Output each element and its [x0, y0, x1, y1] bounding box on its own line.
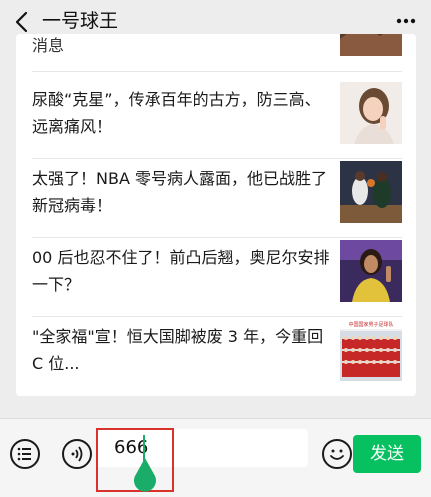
voice-icon	[71, 446, 83, 462]
list-item[interactable]: 尿酸“克星”，传承百年的古方，防三高、远离痛风！	[16, 82, 416, 154]
divider	[32, 71, 402, 72]
article-title: 尿酸“克星”，传承百年的古方，防三高、远离痛风！	[32, 90, 321, 136]
article-list-card: 消息 尿酸“克星”，传承百年的古方，防三高、远离痛风！ 太强了！NBA 零号病人…	[16, 34, 416, 396]
divider	[32, 158, 402, 159]
clipped-article-title[interactable]: 消息	[32, 36, 64, 56]
article-thumbnail-team: 中国国家男子足球队	[340, 319, 402, 381]
list-item[interactable]: 00 后也忍不住了！前凸后翘，奥尼尔安排一下？	[16, 240, 416, 312]
article-title: "全家福"宣！恒大国脚被废 3 年，今重回 C 位...	[32, 327, 324, 373]
voice-input-button[interactable]	[62, 439, 92, 469]
list-item[interactable]: 太强了！NBA 零号病人露面，他已战胜了新冠病毒！	[16, 161, 416, 233]
divider	[32, 316, 402, 317]
message-composer-bar: 666 发送	[0, 418, 431, 497]
article-thumbnail-woman	[340, 82, 402, 144]
text-cursor-handle[interactable]	[133, 458, 157, 492]
back-arrow-icon[interactable]	[10, 9, 36, 35]
list-icon	[17, 447, 31, 461]
menu-list-button[interactable]	[10, 439, 40, 469]
more-options-icon[interactable]	[395, 10, 417, 32]
article-thumbnail-fan	[340, 240, 402, 302]
send-button[interactable]: 发送	[353, 435, 421, 473]
article-title: 太强了！NBA 零号病人露面，他已战胜了新冠病毒！	[32, 169, 327, 215]
smiley-icon	[330, 449, 344, 460]
article-thumbnail-basketball	[340, 161, 402, 223]
page-title: 一号球王	[42, 10, 119, 32]
emoji-button[interactable]	[322, 439, 352, 469]
thumbnail-caption: 中国国家男子足球队	[348, 321, 393, 328]
divider	[32, 237, 402, 238]
list-item[interactable]: "全家福"宣！恒大国脚被废 3 年，今重回 C 位... 中国国家男子足球队	[16, 319, 416, 393]
article-title: 00 后也忍不住了！前凸后翘，奥尼尔安排一下？	[32, 248, 330, 294]
article-thumbnail[interactable]	[340, 34, 402, 56]
